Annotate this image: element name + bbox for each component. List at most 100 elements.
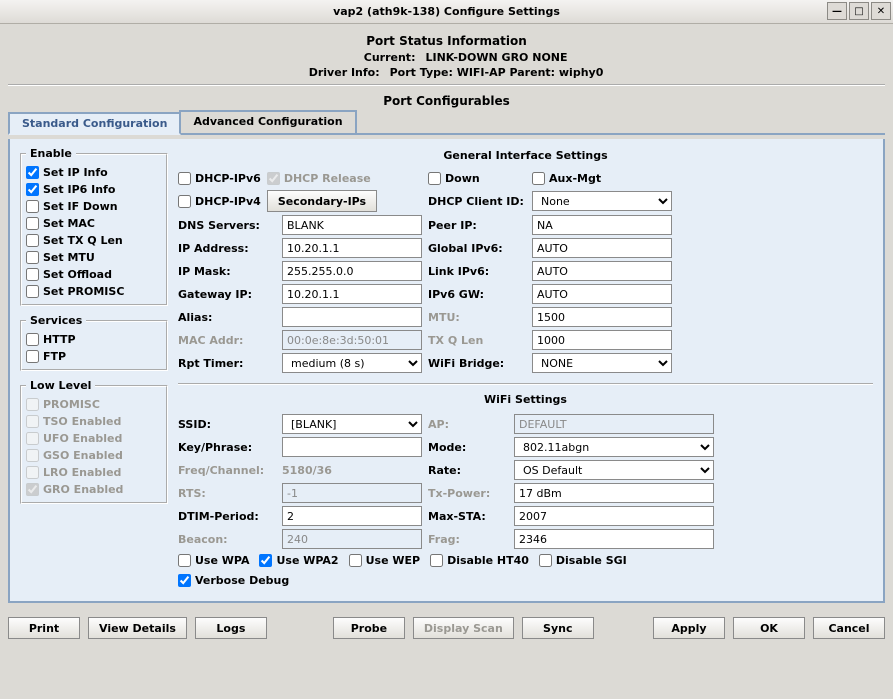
txqlen-label: TX Q Len	[428, 334, 526, 347]
rpt-timer-select[interactable]: medium (8 s)	[282, 353, 422, 373]
lro-check	[26, 466, 39, 479]
set-mtu-check[interactable]	[26, 251, 39, 264]
disable-ht40-check[interactable]	[430, 554, 443, 567]
set-mac-check[interactable]	[26, 217, 39, 230]
dhcp-ipv4-check[interactable]	[178, 195, 191, 208]
set-txqlen-check[interactable]	[26, 234, 39, 247]
rts-label: RTS:	[178, 487, 276, 500]
gateway-ip-label: Gateway IP:	[178, 288, 276, 301]
dhcp-ipv6-check[interactable]	[178, 172, 191, 185]
key-phrase-label: Key/Phrase:	[178, 441, 276, 454]
set-promisc-check[interactable]	[26, 285, 39, 298]
ufo-check	[26, 432, 39, 445]
apply-button[interactable]: Apply	[653, 617, 725, 639]
probe-button[interactable]: Probe	[333, 617, 405, 639]
dtim-period-input[interactable]	[282, 506, 422, 526]
max-sta-label: Max-STA:	[428, 510, 508, 523]
minimize-icon[interactable]: —	[827, 2, 847, 20]
ipv6-gw-input[interactable]	[532, 284, 672, 304]
frag-input[interactable]	[514, 529, 714, 549]
http-check[interactable]	[26, 333, 39, 346]
global-ipv6-label: Global IPv6:	[428, 242, 526, 255]
tx-power-input[interactable]	[514, 483, 714, 503]
ip-mask-input[interactable]	[282, 261, 422, 281]
max-sta-input[interactable]	[514, 506, 714, 526]
mac-addr-input	[282, 330, 422, 350]
ssid-select[interactable]: [BLANK]	[282, 414, 422, 434]
promisc-check	[26, 398, 39, 411]
wifi-bridge-select[interactable]: NONE	[532, 353, 672, 373]
freq-channel-label: Freq/Channel:	[178, 464, 276, 477]
gro-check	[26, 483, 39, 496]
disable-sgi-check[interactable]	[539, 554, 552, 567]
current-value: LINK-DOWN GRO NONE	[425, 51, 567, 64]
close-icon[interactable]: ✕	[871, 2, 891, 20]
tso-check	[26, 415, 39, 428]
display-scan-button: Display Scan	[413, 617, 514, 639]
driver-info-value: Port Type: WIFI-AP Parent: wiphy0	[390, 66, 604, 79]
driver-info-label: Driver Info:	[290, 66, 380, 79]
set-ip6-info-check[interactable]	[26, 183, 39, 196]
dhcp-client-id-select[interactable]: None	[532, 191, 672, 211]
port-status-title: Port Status Information	[8, 30, 885, 50]
key-phrase-input[interactable]	[282, 437, 422, 457]
link-ipv6-input[interactable]	[532, 261, 672, 281]
frag-label: Frag:	[428, 533, 508, 546]
alias-input[interactable]	[282, 307, 422, 327]
set-offload-check[interactable]	[26, 268, 39, 281]
enable-legend: Enable	[26, 147, 76, 160]
dhcp-release-check	[267, 172, 280, 185]
ssid-label: SSID:	[178, 418, 276, 431]
logs-button[interactable]: Logs	[195, 617, 267, 639]
link-ipv6-label: Link IPv6:	[428, 265, 526, 278]
print-button[interactable]: Print	[8, 617, 80, 639]
peer-ip-label: Peer IP:	[428, 219, 526, 232]
ok-button[interactable]: OK	[733, 617, 805, 639]
down-check[interactable]	[428, 172, 441, 185]
view-details-button[interactable]: View Details	[88, 617, 187, 639]
mode-label: Mode:	[428, 441, 508, 454]
txqlen-input[interactable]	[532, 330, 672, 350]
secondary-ips-button[interactable]: Secondary-IPs	[267, 190, 377, 212]
mtu-input[interactable]	[532, 307, 672, 327]
peer-ip-input[interactable]	[532, 215, 672, 235]
sync-button[interactable]: Sync	[522, 617, 594, 639]
set-ip-info-check[interactable]	[26, 166, 39, 179]
ap-label: AP:	[428, 418, 508, 431]
rts-input	[282, 483, 422, 503]
wifi-settings-title: WiFi Settings	[178, 391, 873, 410]
window-titlebar: vap2 (ath9k-138) Configure Settings — □ …	[0, 0, 893, 24]
set-if-down-check[interactable]	[26, 200, 39, 213]
port-configurables-title: Port Configurables	[8, 90, 885, 110]
services-legend: Services	[26, 314, 86, 327]
mac-addr-label: MAC Addr:	[178, 334, 276, 347]
services-group: Services HTTP FTP	[20, 314, 168, 371]
verbose-debug-check[interactable]	[178, 574, 191, 587]
rate-select[interactable]: OS Default	[514, 460, 714, 480]
gso-check	[26, 449, 39, 462]
beacon-label: Beacon:	[178, 533, 276, 546]
ip-address-label: IP Address:	[178, 242, 276, 255]
tab-standard-configuration[interactable]: Standard Configuration	[8, 112, 181, 135]
gateway-ip-input[interactable]	[282, 284, 422, 304]
cancel-button[interactable]: Cancel	[813, 617, 885, 639]
rate-label: Rate:	[428, 464, 508, 477]
use-wep-check[interactable]	[349, 554, 362, 567]
maximize-icon[interactable]: □	[849, 2, 869, 20]
global-ipv6-input[interactable]	[532, 238, 672, 258]
low-level-legend: Low Level	[26, 379, 95, 392]
dns-input[interactable]	[282, 215, 422, 235]
ftp-check[interactable]	[26, 350, 39, 363]
aux-mgt-check[interactable]	[532, 172, 545, 185]
enable-group: Enable Set IP Info Set IP6 Info Set IF D…	[20, 147, 168, 306]
use-wpa-check[interactable]	[178, 554, 191, 567]
ip-mask-label: IP Mask:	[178, 265, 276, 278]
low-level-group: Low Level PROMISC TSO Enabled UFO Enable…	[20, 379, 168, 504]
tab-advanced-configuration[interactable]: Advanced Configuration	[179, 110, 356, 133]
beacon-input	[282, 529, 422, 549]
ip-address-input[interactable]	[282, 238, 422, 258]
mode-select[interactable]: 802.11abgn	[514, 437, 714, 457]
rpt-timer-label: Rpt Timer:	[178, 357, 276, 370]
use-wpa2-check[interactable]	[259, 554, 272, 567]
freq-channel-value: 5180/36	[282, 464, 422, 477]
